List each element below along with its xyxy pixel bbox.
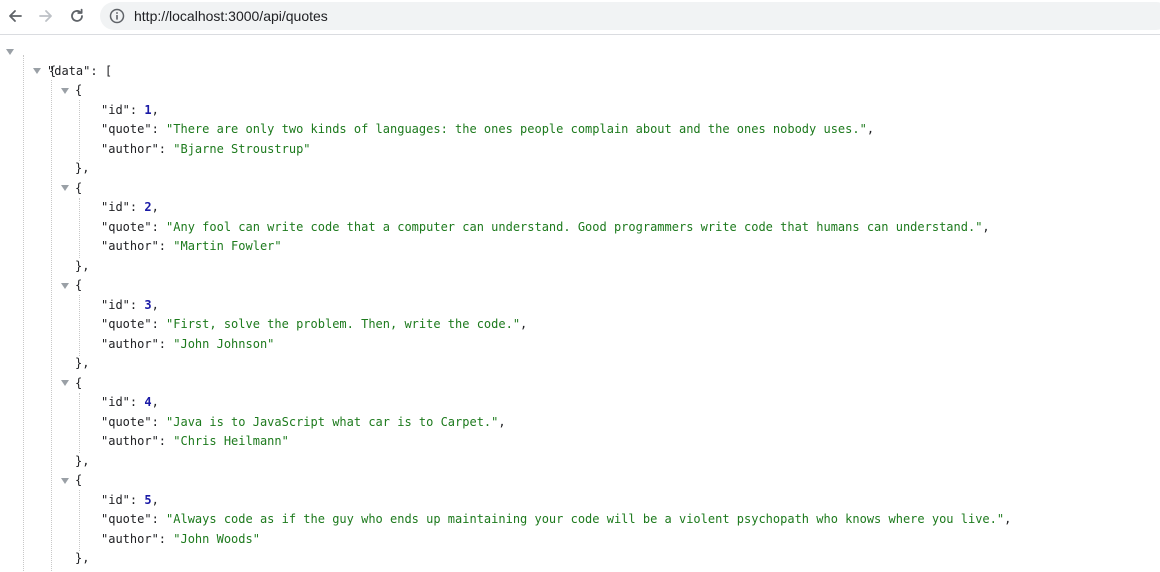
json-object-open: { [75, 473, 83, 487]
indent-guide [79, 197, 80, 258]
indent-guide [23, 55, 24, 572]
quote-value: "Java is to JavaScript what car is to Ca… [166, 414, 499, 429]
id-value: 3 [144, 297, 152, 312]
json-author-line: "author": "Chris Heilmann" [101, 434, 289, 448]
json-author-line: "author": "John Johnson" [101, 336, 275, 351]
browser-toolbar: http://localhost:3000/api/quotes [0, 0, 1160, 35]
json-viewer: { "data": [ { "id": 1, "quote": "There are… [0, 35, 1160, 572]
reload-icon [71, 8, 83, 22]
address-bar[interactable]: http://localhost:3000/api/quotes [100, 2, 1160, 30]
json-id-line: "id": 5, [101, 492, 159, 507]
json-object-open: { [75, 83, 83, 97]
json-quote-line: "quote": "Any fool can write code that a… [101, 219, 990, 234]
id-value: 5 [144, 492, 152, 507]
json-object-close: }, [75, 258, 90, 273]
json-author-line: "author": "Bjarne Stroustrup" [101, 141, 311, 156]
author-value: "Chris Heilmann" [173, 434, 289, 448]
collapse-toggle-root[interactable] [6, 49, 14, 55]
collapse-toggle-item[interactable] [61, 282, 69, 289]
json-quote-line: "quote": "Java is to JavaScript what car… [101, 414, 506, 429]
collapse-toggle-item[interactable] [61, 185, 69, 191]
back-button[interactable] [2, 3, 28, 29]
indent-guide [79, 392, 80, 453]
json-object-open: { [75, 180, 83, 195]
json-quote-line: "quote": "First, solve the problem. Then… [101, 317, 528, 331]
json-object-open: { [75, 375, 83, 390]
indent-guide [79, 295, 80, 356]
json-author-line: "author": "Martin Fowler" [101, 239, 282, 253]
collapse-toggle-data[interactable] [33, 68, 41, 74]
json-author-line: "author": "John Woods" [101, 531, 260, 546]
id-value: 1 [144, 102, 152, 117]
forward-button[interactable] [33, 3, 59, 29]
json-quote-line: "quote": "There are only two kinds of la… [101, 122, 875, 136]
json-object-close: }, [75, 161, 90, 175]
author-value: "Martin Fowler" [173, 239, 282, 253]
collapse-toggle-item[interactable] [61, 87, 69, 94]
id-value: 4 [144, 395, 152, 409]
json-root-open: { [48, 63, 57, 78]
author-value: "Bjarne Stroustrup" [173, 141, 311, 156]
json-object-close: }, [75, 453, 90, 468]
id-value: 2 [144, 200, 152, 214]
collapse-toggle-item[interactable] [61, 477, 69, 484]
quote-value: "Any fool can write code that a computer… [166, 219, 983, 234]
url-text[interactable]: http://localhost:3000/api/quotes [134, 8, 328, 24]
author-value: "John Johnson" [173, 336, 275, 351]
json-id-line: "id": 3, [101, 297, 159, 312]
quote-value: "There are only two kinds of languages: … [166, 122, 867, 136]
arrow-right-icon [39, 10, 52, 22]
json-id-line: "id": 2, [101, 200, 159, 214]
json-object-close: }, [75, 551, 90, 565]
reload-button[interactable] [64, 3, 90, 29]
info-icon[interactable] [109, 8, 125, 24]
collapse-toggle-item[interactable] [61, 380, 69, 386]
json-id-line: "id": 1, [101, 102, 159, 117]
indent-guide [51, 80, 52, 572]
json-quote-line: "quote": "Always code as if the guy who … [101, 512, 1012, 526]
indent-guide [79, 100, 80, 161]
json-id-line: "id": 4, [101, 395, 159, 409]
quote-value: "Always code as if the guy who ends up m… [166, 512, 1005, 526]
quote-value: "First, solve the problem. Then, write t… [166, 317, 521, 331]
json-object-close: }, [75, 356, 90, 370]
indent-guide [79, 490, 80, 551]
json-data-key-line: "data": [ [47, 63, 113, 78]
author-value: "John Woods" [173, 531, 260, 546]
arrow-left-icon [9, 10, 22, 22]
json-object-open: { [75, 278, 83, 292]
